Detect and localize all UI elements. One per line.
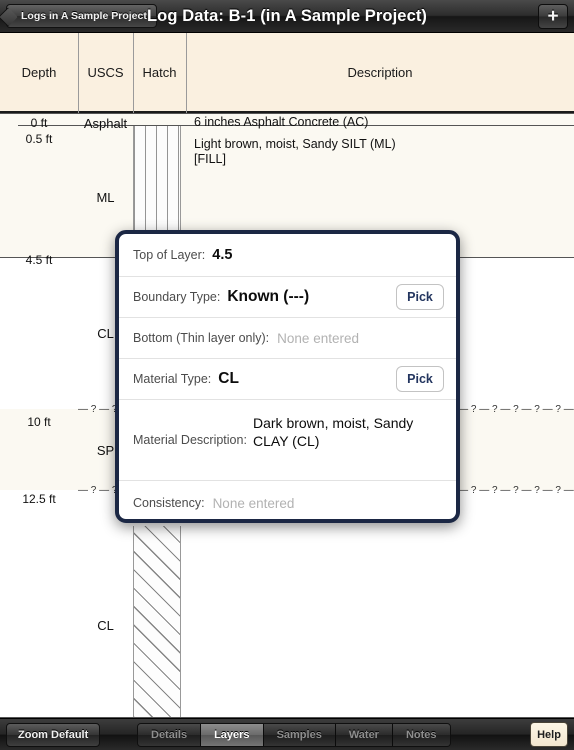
zoom-default-button[interactable]: Zoom Default xyxy=(6,723,101,747)
depth-label-10ft: 10 ft xyxy=(27,415,51,429)
boundary-type-label: Boundary Type: xyxy=(133,290,221,304)
material-type-label: Material Type: xyxy=(133,372,212,386)
material-type-pick-button[interactable]: Pick xyxy=(396,366,444,392)
log-data-screen: Logs in A Sample Project Log Data: B-1 (… xyxy=(0,0,574,750)
bottom-toolbar: Zoom Default Details Layers Samples Wate… xyxy=(0,718,574,750)
dialog-row-top-of-layer[interactable]: Top of Layer: 4.5 xyxy=(119,234,456,277)
top-of-layer-value[interactable]: 4.5 xyxy=(212,247,232,263)
depth-label-0ft: 0 ft xyxy=(30,116,48,130)
dialog-row-material-type[interactable]: Material Type: CL Pick xyxy=(119,359,456,400)
depth-label-45ft: 4.5 ft xyxy=(25,253,53,267)
material-type-value: CL xyxy=(218,370,239,387)
boundary-type-pick-button[interactable]: Pick xyxy=(396,284,444,310)
depth-label-125ft: 12.5 ft xyxy=(22,492,56,506)
material-description-value[interactable]: Dark brown, moist, Sandy CLAY (CL) xyxy=(253,414,443,450)
column-header-depth: Depth xyxy=(21,64,57,80)
description-ml: Light brown, moist, Sandy SILT (ML) xyxy=(194,137,396,151)
tab-layers[interactable]: Layers xyxy=(201,724,264,746)
consistency-label: Consistency: xyxy=(133,496,205,510)
tab-water[interactable]: Water xyxy=(335,724,393,746)
tab-details[interactable]: Details xyxy=(138,724,202,746)
uscs-label-asphalt: Asphalt xyxy=(83,116,128,131)
boundary-line-0ft xyxy=(0,113,574,114)
uscs-label-ml: ML xyxy=(96,190,115,205)
consistency-input[interactable]: None entered xyxy=(213,496,295,511)
add-layer-button[interactable]: + xyxy=(538,4,568,29)
material-description-label: Material Description: xyxy=(133,433,247,447)
depth-label-05ft: 0.5 ft xyxy=(25,132,53,146)
uscs-label-cl-lower: CL xyxy=(97,618,114,633)
dialog-row-boundary-type[interactable]: Boundary Type: Known (---) Pick xyxy=(119,277,456,318)
section-tabs[interactable]: Details Layers Samples Water Notes xyxy=(137,723,451,747)
bottom-thin-layer-label: Bottom (Thin layer only): xyxy=(133,331,270,345)
help-button[interactable]: Help xyxy=(530,722,568,747)
hatch-pattern-clay xyxy=(133,526,181,718)
back-button[interactable]: Logs in A Sample Project xyxy=(6,4,157,28)
tab-notes[interactable]: Notes xyxy=(392,724,450,746)
top-navigation-bar: Logs in A Sample Project Log Data: B-1 (… xyxy=(0,0,574,33)
description-asphalt: 6 inches Asphalt Concrete (AC) xyxy=(194,115,369,129)
back-button-label: Logs in A Sample Project xyxy=(21,10,147,22)
dialog-row-bottom-thin-layer[interactable]: Bottom (Thin layer only): None entered xyxy=(119,318,456,359)
column-header-uscs: USCS xyxy=(87,64,124,80)
column-header-description: Description xyxy=(347,64,413,80)
dialog-row-material-description[interactable]: Material Description: Dark brown, moist,… xyxy=(119,400,456,481)
layer-edit-dialog[interactable]: Top of Layer: 4.5 Boundary Type: Known (… xyxy=(115,230,460,523)
dialog-row-consistency[interactable]: Consistency: None entered xyxy=(119,481,456,519)
boundary-type-value: Known (---) xyxy=(227,288,310,305)
top-of-layer-label: Top of Layer: xyxy=(133,248,206,262)
column-header-hatch: Hatch xyxy=(142,64,177,80)
bottom-thin-layer-input[interactable]: None entered xyxy=(277,331,359,346)
tab-samples[interactable]: Samples xyxy=(263,724,336,746)
column-header-row: Depth USCS Hatch Description xyxy=(0,33,574,113)
description-ml-fill: [FILL] xyxy=(194,152,226,166)
